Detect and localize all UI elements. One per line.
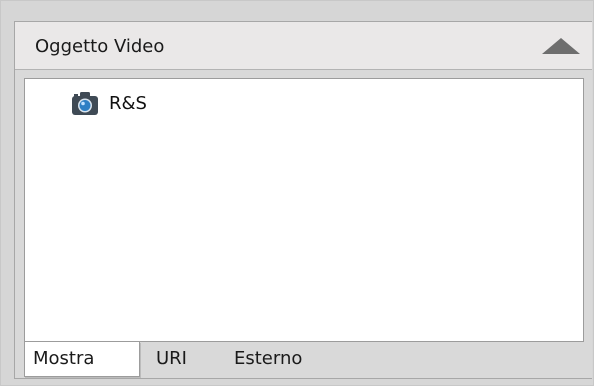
tab-uri[interactable]: URI: [156, 342, 187, 377]
window-frame: Oggetto Video R&S Mostra URI Esterno: [0, 0, 594, 386]
tab-mostra[interactable]: Mostra: [24, 342, 140, 377]
tab-esterno[interactable]: Esterno: [234, 342, 302, 377]
panel-header[interactable]: Oggetto Video: [15, 22, 592, 70]
video-object-panel: Oggetto Video R&S Mostra URI Esterno: [14, 21, 592, 379]
tree-item-rs[interactable]: R&S: [71, 91, 147, 115]
tab-bar: Mostra URI Esterno: [24, 342, 584, 378]
content-area: R&S: [24, 78, 584, 342]
collapse-triangle-up-icon[interactable]: [542, 38, 580, 54]
camera-icon: [72, 92, 98, 115]
tree-item-label: R&S: [109, 92, 147, 114]
panel-title: Oggetto Video: [35, 36, 165, 57]
